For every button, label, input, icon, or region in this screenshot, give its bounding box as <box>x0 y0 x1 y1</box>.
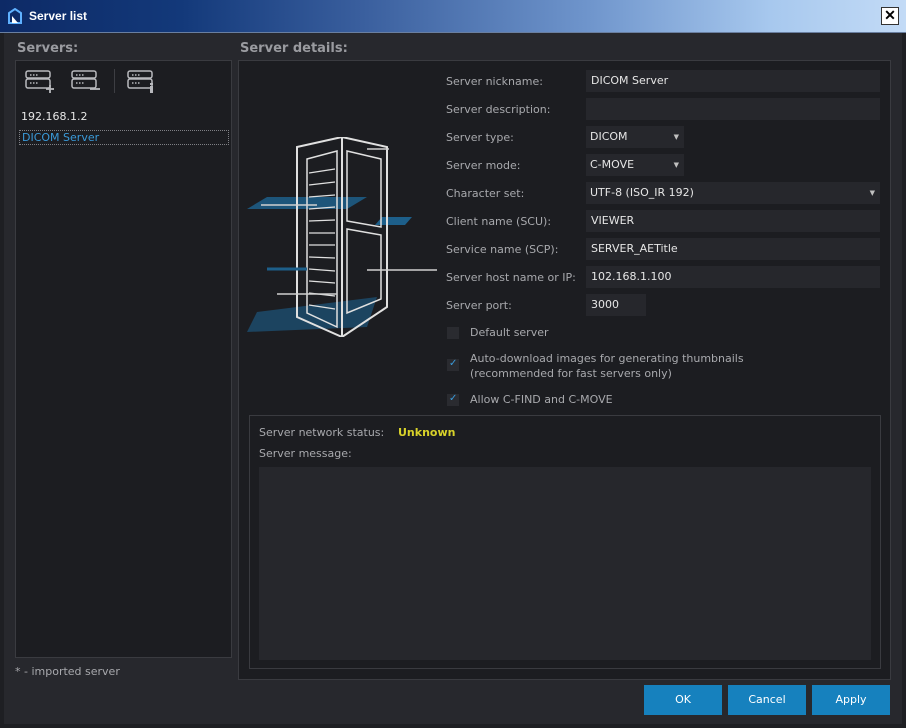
auto-download-label-line1: Auto-download images for generating thum… <box>470 352 744 365</box>
port-label: Server port: <box>446 299 512 312</box>
add-server-button[interactable] <box>24 67 54 95</box>
network-status-label: Server network status: <box>259 426 385 439</box>
description-label: Server description: <box>446 103 551 116</box>
description-input[interactable] <box>586 98 880 120</box>
remove-server-button[interactable] <box>70 67 100 95</box>
server-message-label: Server message: <box>259 447 352 460</box>
title-bar: Server list ✕ <box>0 0 906 33</box>
server-type-select[interactable]: DICOM ▼ <box>586 126 684 148</box>
dialog-body: Servers: 192.168.1.2 DICOM Server * - im… <box>4 33 902 724</box>
server-list-item-selected[interactable]: DICOM Server <box>19 130 229 145</box>
server-status-box: Server network status: Unknown Server me… <box>249 415 881 669</box>
dropdown-arrow-icon: ▼ <box>869 189 875 197</box>
cancel-button[interactable]: Cancel <box>728 685 806 715</box>
default-server-label: Default server <box>470 326 549 339</box>
toolbar-separator <box>114 69 115 93</box>
window-title: Server list <box>29 9 88 23</box>
default-server-checkbox[interactable] <box>447 327 459 339</box>
auto-download-label-line2: (recommended for fast servers only) <box>470 367 672 380</box>
server-rack-illustration <box>247 137 437 337</box>
apply-button[interactable]: Apply <box>812 685 890 715</box>
server-type-value: DICOM <box>590 130 628 143</box>
app-logo-icon <box>8 8 22 24</box>
close-icon: ✕ <box>884 7 896 23</box>
nickname-input[interactable]: DICOM Server <box>586 70 880 92</box>
servers-toolbar <box>16 61 231 101</box>
close-button[interactable]: ✕ <box>881 7 899 25</box>
servers-header: Servers: <box>17 41 79 56</box>
server-mode-label: Server mode: <box>446 159 521 172</box>
server-info-button[interactable] <box>126 67 156 95</box>
charset-label: Character set: <box>446 187 525 200</box>
charset-value: UTF-8 (ISO_IR 192) <box>590 186 694 199</box>
client-name-input[interactable]: VIEWER <box>586 210 880 232</box>
server-list-item[interactable]: 192.168.1.2 <box>19 110 229 125</box>
checkmark-icon: ✓ <box>449 393 458 404</box>
server-mode-value: C-MOVE <box>590 158 635 171</box>
server-type-label: Server type: <box>446 131 514 144</box>
auto-download-checkbox[interactable]: ✓ <box>447 358 459 371</box>
imported-server-note: * - imported server <box>15 665 120 678</box>
server-details-header: Server details: <box>240 41 348 56</box>
add-server-icon <box>25 70 54 93</box>
charset-select[interactable]: UTF-8 (ISO_IR 192) ▼ <box>586 182 880 204</box>
dropdown-arrow-icon: ▼ <box>673 161 679 169</box>
ok-button[interactable]: OK <box>644 685 722 715</box>
service-name-label: Service name (SCP): <box>446 243 559 256</box>
server-info-icon <box>127 70 153 93</box>
allow-cfind-label: Allow C-FIND and C-MOVE <box>470 393 613 406</box>
server-mode-select[interactable]: C-MOVE ▼ <box>586 154 684 176</box>
servers-panel: 192.168.1.2 DICOM Server <box>15 60 232 658</box>
allow-cfind-checkbox[interactable]: ✓ <box>447 393 459 406</box>
nickname-label: Server nickname: <box>446 75 543 88</box>
network-status-value: Unknown <box>398 426 456 439</box>
client-name-label: Client name (SCU): <box>446 215 552 228</box>
checkmark-icon: ✓ <box>449 358 458 369</box>
server-details-panel: Server nickname: DICOM Server Server des… <box>238 60 891 680</box>
port-input[interactable]: 3000 <box>586 294 646 316</box>
host-label: Server host name or IP: <box>446 271 576 284</box>
server-message-area[interactable] <box>259 467 871 660</box>
dropdown-arrow-icon: ▼ <box>673 133 679 141</box>
service-name-input[interactable]: SERVER_AETitle <box>586 238 880 260</box>
remove-server-icon <box>71 70 100 90</box>
host-input[interactable]: 102.168.1.100 <box>586 266 880 288</box>
